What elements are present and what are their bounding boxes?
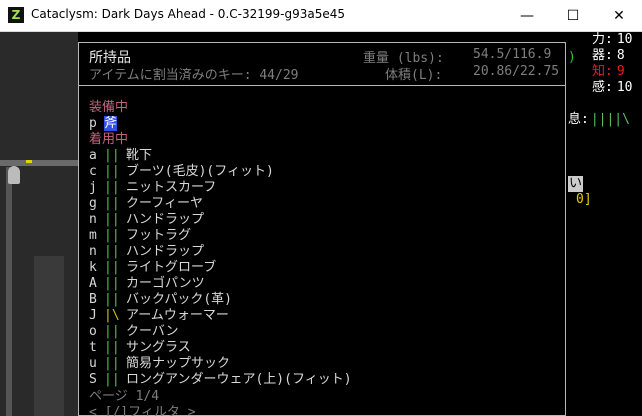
filter-button[interactable]: < [/]フィルタ > xyxy=(89,401,196,416)
inventory-item[interactable]: A || カーゴパンツ xyxy=(89,272,205,291)
maximize-button[interactable]: ☐ xyxy=(550,0,596,31)
small-value: 0] xyxy=(576,192,592,207)
header-divider xyxy=(79,85,565,86)
stat-int: 知: 9 xyxy=(592,64,625,79)
assigned-keys: アイテムに割当済みのキー: 44/29 xyxy=(89,68,299,83)
map-wall xyxy=(0,160,78,166)
inventory-item[interactable]: o || クーバン xyxy=(89,320,179,339)
weight-value: 54.5/116.9 xyxy=(473,47,552,62)
inventory-item[interactable]: u || 簡易ナップサック xyxy=(89,352,230,371)
inventory-item[interactable]: j || ニットスカーフ xyxy=(89,176,216,195)
breath-meter: 息: ||||\ xyxy=(568,112,630,127)
inventory-item[interactable]: k || ライトグローブ xyxy=(89,256,216,275)
inventory-item[interactable]: t || サングラス xyxy=(89,336,191,355)
close-button[interactable]: ✕ xyxy=(596,0,642,31)
inventory-item[interactable]: S || ロングアンダーウェア(上)(フィット) xyxy=(89,368,352,387)
map-wall xyxy=(34,256,64,416)
inventory-item[interactable]: c || ブーツ(毛皮)(フィット) xyxy=(89,160,274,179)
player-figure-icon xyxy=(8,166,20,184)
inventory-item[interactable]: g || クーフィーヤ xyxy=(89,192,203,211)
game-viewport[interactable]: 力: 10 器: 8 知: 9 感: 10 息: ||||\ ) い 0] 所持品 重量 … xyxy=(0,32,642,416)
inventory-item[interactable]: m || フットラグ xyxy=(89,224,191,243)
app-icon: Z xyxy=(8,7,24,23)
stat-str: 力: 10 xyxy=(592,32,633,47)
inventory-window: 所持品 重量 (lbs): 54.5/116.9 アイテムに割当済みのキー: 4… xyxy=(78,42,566,416)
volume-label: 体積(L): xyxy=(385,68,443,83)
inventory-item[interactable]: J |\ アームウォーマー xyxy=(89,304,229,323)
inventory-item[interactable]: n || ハンドラップ xyxy=(89,240,204,259)
volume-value: 20.86/22.75 xyxy=(473,64,560,79)
stat-per: 感: 10 xyxy=(592,80,633,95)
inventory-item[interactable]: a || 靴下 xyxy=(89,144,152,163)
partial-paren: ) xyxy=(568,50,576,65)
small-tag: い xyxy=(568,176,584,192)
window-title: Cataclysm: Dark Days Ahead - 0.C-32199-g… xyxy=(31,7,345,21)
inventory-item[interactable]: n || ハンドラップ xyxy=(89,208,204,227)
minimize-button[interactable]: — xyxy=(504,0,550,31)
inventory-item[interactable]: B || バックパック(革) xyxy=(89,288,232,307)
map-wall xyxy=(6,167,12,416)
window-titlebar: Z Cataclysm: Dark Days Ahead - 0.C-32199… xyxy=(0,0,642,32)
stat-dex: 器: 8 xyxy=(592,48,625,63)
map-marker-icon xyxy=(26,160,32,163)
